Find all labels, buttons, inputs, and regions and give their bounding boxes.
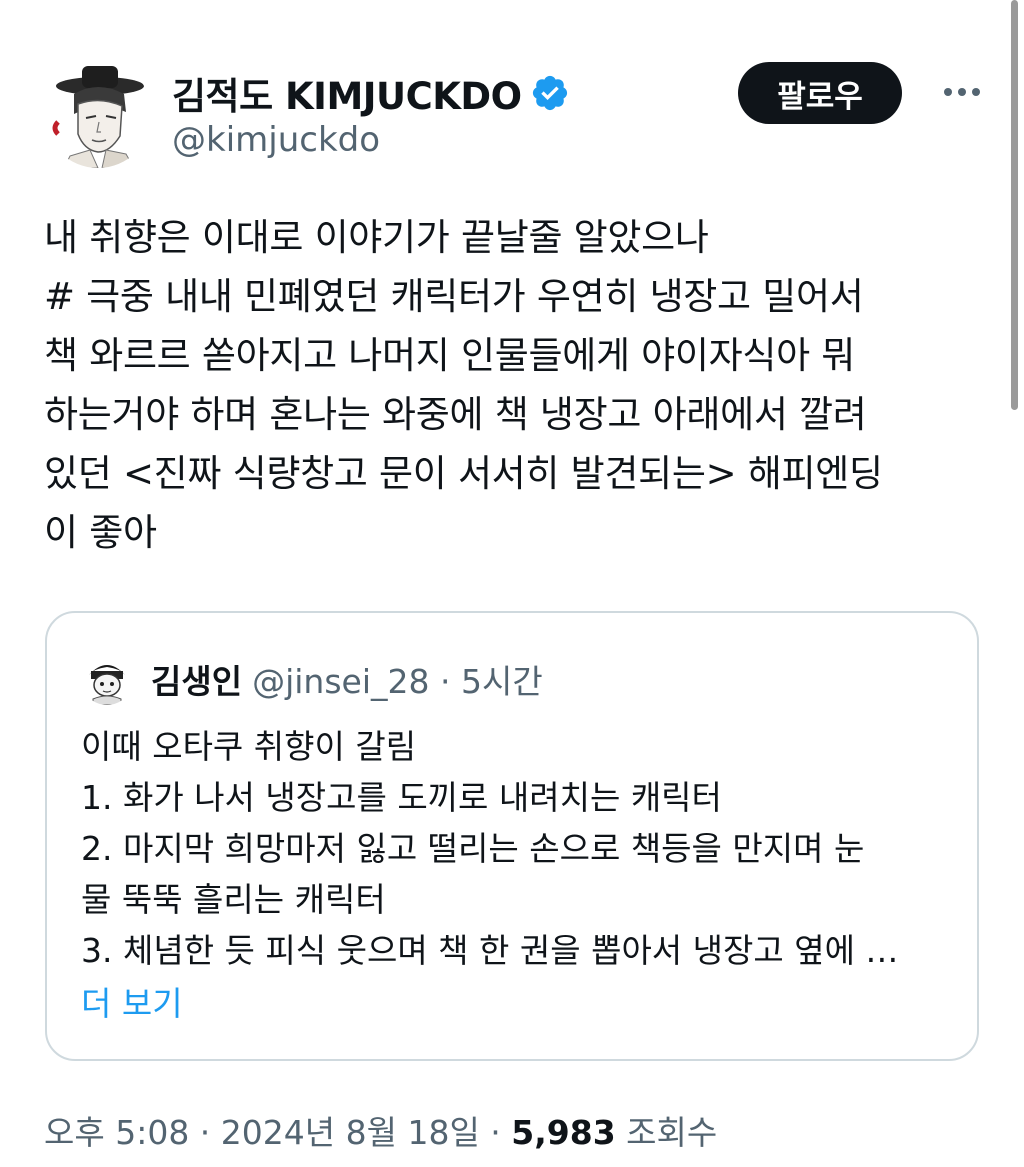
- quoted-line: 1. 화가 나서 냉장고를 도끼로 내려치는 캐릭터: [81, 778, 722, 817]
- tweet-line: # 극중 내내 민폐였던 캐릭터가 우연히 냉장고 밀어서: [44, 275, 864, 318]
- show-more-link[interactable]: 더 보기: [81, 977, 183, 1025]
- tweet-header: 김적도 KIMJUCKDO @kimjuckdo 팔로우: [44, 60, 980, 170]
- dot: [958, 88, 966, 96]
- tweet-line: 책 와르르 쏟아지고 나머지 인물들에게 야이자식아 뭐: [44, 334, 856, 377]
- quoted-author-name[interactable]: 김생인: [151, 655, 242, 703]
- quoted-tweet-card[interactable]: 김생인 @jinsei_28 · 5시간 이때 오타쿠 취향이 갈림 1. 화가…: [45, 611, 979, 1061]
- tweet-timestamp[interactable]: 오후 5:08 · 2024년 8월 18일 ·: [44, 1113, 511, 1152]
- quoted-tweet-body: 이때 오타쿠 취향이 갈림 1. 화가 나서 냉장고를 도끼로 내려치는 캐릭터…: [81, 721, 961, 976]
- follow-button[interactable]: 팔로우: [738, 62, 902, 124]
- author-name-row: 김적도 KIMJUCKDO: [172, 66, 570, 120]
- tweet-line: 내 취향은 이대로 이야기가 끝날줄 알았으나: [44, 216, 709, 259]
- tweet-meta: 오후 5:08 · 2024년 8월 18일 · 5,983 조회수: [44, 1106, 717, 1154]
- quoted-tweet-header: 김생인 @jinsei_28 · 5시간: [81, 653, 543, 705]
- quoted-line: 2. 마지막 희망마저 잃고 떨리는 손으로 책등을 만지며 눈: [81, 829, 865, 868]
- views-count[interactable]: 5,983: [511, 1113, 615, 1152]
- tweet-body: 내 취향은 이대로 이야기가 끝날줄 알았으나 # 극중 내내 민폐였던 캐릭터…: [44, 208, 984, 562]
- tweet-line: 이 좋아: [44, 511, 157, 554]
- quoted-author-avatar[interactable]: [81, 653, 133, 705]
- tweet-line: 있던 <진짜 식량창고 문이 서서히 발견되는> 해피엔딩: [44, 452, 883, 495]
- quoted-line: 물 뚝뚝 흘리는 캐릭터: [81, 880, 386, 919]
- verified-badge-icon[interactable]: [530, 73, 570, 113]
- author-avatar[interactable]: [44, 60, 152, 168]
- author-handle[interactable]: @kimjuckdo: [172, 120, 380, 160]
- quoted-author-handle-time: @jinsei_28 · 5시간: [252, 662, 543, 701]
- scrollbar[interactable]: [1011, 0, 1018, 410]
- quoted-line: 이때 오타쿠 취향이 갈림: [81, 727, 417, 766]
- quoted-line: 3. 체념한 듯 피식 웃으며 책 한 권을 뽑아서 냉장고 옆에 …: [81, 931, 899, 970]
- tweet-line: 하는거야 하며 혼나는 와중에 책 냉장고 아래에서 깔려: [44, 393, 867, 436]
- views-label: 조회수: [615, 1113, 718, 1152]
- dot: [972, 88, 980, 96]
- dot: [944, 88, 952, 96]
- author-display-name[interactable]: 김적도 KIMJUCKDO: [172, 66, 522, 120]
- more-options-icon[interactable]: [938, 74, 986, 110]
